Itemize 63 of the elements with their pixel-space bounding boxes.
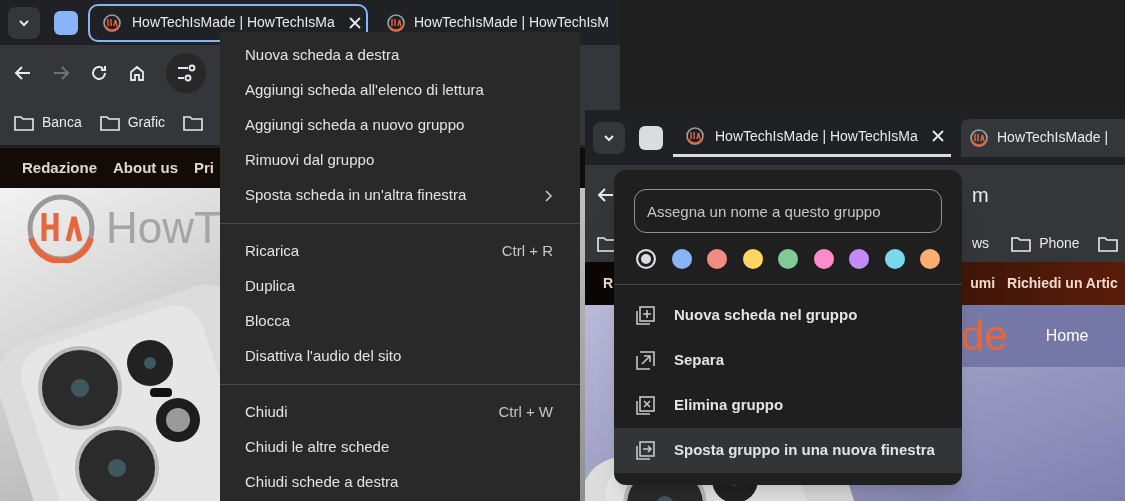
folder-icon [14, 114, 34, 131]
remove-group-icon [634, 394, 656, 417]
nav-link[interactable]: About us [113, 156, 178, 180]
nav-link[interactable]: Home [1045, 324, 1089, 348]
folder-icon [1011, 235, 1032, 252]
nav-link[interactable]: Redazione [22, 156, 97, 180]
nav-link[interactable]: Pri [194, 156, 215, 180]
bookmark[interactable]: Phone [1011, 233, 1080, 254]
tab-search-button[interactable] [593, 121, 625, 154]
favicon-icon [685, 126, 705, 146]
folder-icon [183, 114, 204, 131]
menu-item[interactable]: Rimuovi dal gruppo [220, 143, 580, 178]
color-swatch[interactable] [707, 249, 727, 269]
move-window-icon [634, 439, 656, 462]
toolbar-button[interactable] [90, 63, 108, 82]
tab-title: HowTechIsMade | HowTechIsMa [132, 13, 335, 32]
folder-icon [1097, 235, 1118, 252]
menu-item[interactable]: Separa [614, 338, 962, 383]
home-icon [128, 63, 146, 82]
color-swatch[interactable] [636, 249, 656, 269]
tab-title: HowTechIsMade | [997, 128, 1108, 147]
tab-group-chip[interactable] [54, 10, 78, 35]
add-tab-icon [634, 304, 656, 327]
menu-item[interactable]: Sposta gruppo in una nuova finestra [614, 428, 962, 473]
browser-tab[interactable]: HowTechIsMade | HowTechIsMa [673, 118, 951, 157]
close-icon [348, 16, 361, 29]
nav-link[interactable]: umi [970, 273, 995, 294]
toolbar-button[interactable] [166, 52, 206, 93]
menu-item[interactable]: Aggiungi scheda all'elenco di lettura [220, 73, 580, 108]
tab-title: HowTechIsMade | HowTechIsMa [715, 126, 918, 146]
favicon-icon [102, 12, 122, 33]
reload-icon [90, 63, 108, 82]
forward-icon [52, 63, 70, 82]
bookmark[interactable]: Banca [14, 112, 82, 133]
color-swatch[interactable] [778, 249, 798, 269]
ungroup-icon [634, 349, 656, 372]
nav-link[interactable]: Richiedi un Artic [1007, 273, 1118, 294]
menu-item[interactable]: Aggiungi scheda a nuovo gruppo [220, 108, 580, 143]
menu-item[interactable]: Elimina gruppo [614, 383, 962, 428]
color-swatch[interactable] [884, 249, 905, 269]
back-icon [14, 63, 32, 82]
browser-tab[interactable]: HowTechIsMade | [961, 118, 1125, 157]
close-icon [931, 130, 944, 142]
folder-icon [99, 114, 120, 131]
logo-text: de [961, 315, 1008, 357]
tab-title: HowTechIsMade | HowTechIsM [414, 13, 610, 32]
favicon-icon [386, 12, 406, 33]
color-swatch[interactable] [813, 249, 834, 269]
address-text: m [972, 183, 989, 208]
group-name-field[interactable]: Assegna un nome a questo gruppo [634, 189, 942, 233]
color-swatch[interactable] [742, 249, 763, 269]
favicon-icon [969, 127, 989, 148]
bookmark[interactable]: ws [972, 233, 990, 254]
tab-group-chip[interactable] [639, 125, 663, 150]
toolbar-button[interactable] [128, 63, 146, 82]
color-swatch[interactable] [849, 249, 869, 269]
toolbar-button[interactable] [14, 63, 32, 82]
site-settings-icon [166, 52, 206, 93]
tab-search-button[interactable] [8, 6, 40, 39]
color-swatch[interactable] [920, 249, 940, 269]
menu-item[interactable]: Nuova scheda nel gruppo [614, 293, 962, 338]
bookmark[interactable]: Grafic [99, 112, 166, 133]
color-swatch[interactable] [671, 249, 692, 269]
